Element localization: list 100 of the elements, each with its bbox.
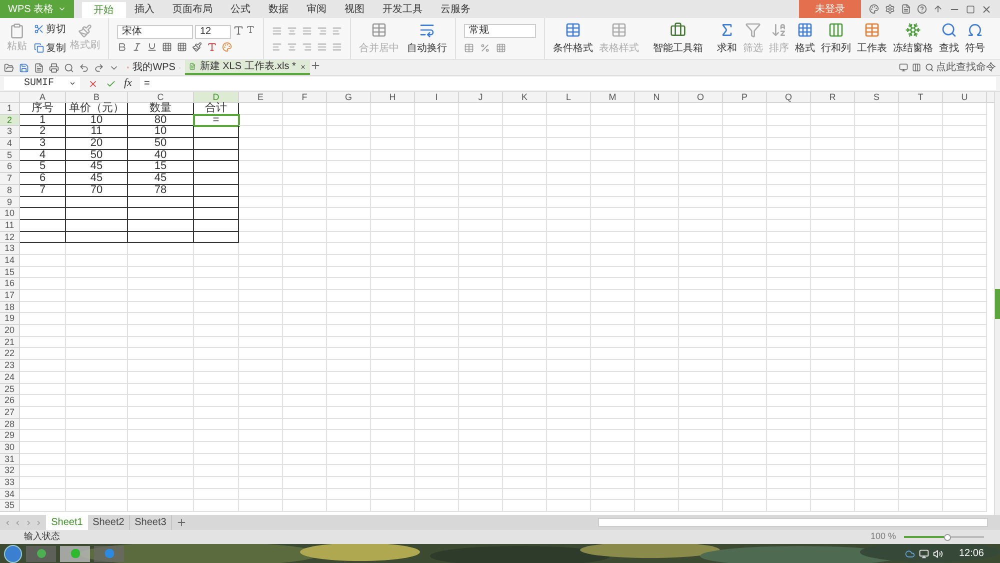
- row-header[interactable]: 20: [0, 325, 20, 337]
- row-header[interactable]: 7: [0, 173, 20, 185]
- row-header[interactable]: 35: [0, 500, 20, 512]
- cancel-icon[interactable]: [88, 78, 98, 88]
- row-header[interactable]: 4: [0, 138, 20, 150]
- document-tab[interactable]: 我的WPS: [123, 60, 185, 75]
- undo-icon[interactable]: [79, 62, 89, 72]
- font-family-field[interactable]: 宋体: [117, 25, 193, 39]
- name-box[interactable]: SUMIF: [4, 77, 80, 90]
- row-header[interactable]: 5: [0, 150, 20, 162]
- ribbon-button[interactable]: 智能工具箱: [653, 18, 703, 59]
- next-sheet-icon[interactable]: [24, 518, 32, 526]
- row-header[interactable]: 16: [0, 278, 20, 290]
- percent-icon[interactable]: [480, 43, 490, 53]
- justify-icon[interactable]: [317, 42, 327, 52]
- column-header[interactable]: Q: [767, 92, 811, 102]
- row-header[interactable]: 31: [0, 454, 20, 466]
- column-header[interactable]: M: [591, 92, 635, 102]
- row-header[interactable]: 15: [0, 266, 20, 278]
- skin-icon[interactable]: [869, 4, 879, 14]
- row-header[interactable]: 30: [0, 442, 20, 454]
- preview-icon[interactable]: [64, 62, 74, 72]
- document-tab[interactable]: 新建 XLS 工作表.xls *: [185, 60, 310, 75]
- row-header[interactable]: 10: [0, 208, 20, 220]
- row-header[interactable]: 24: [0, 372, 20, 384]
- row-header[interactable]: 19: [0, 313, 20, 326]
- redo-icon[interactable]: [94, 62, 104, 72]
- column-header[interactable]: H: [371, 92, 415, 102]
- column-header[interactable]: N: [635, 92, 679, 102]
- number-format-field[interactable]: 常规: [464, 24, 536, 38]
- column-header[interactable]: O: [679, 92, 723, 102]
- row-header[interactable]: 3: [0, 126, 20, 138]
- ribbon-button[interactable]: 符号: [965, 18, 985, 59]
- row-header[interactable]: 28: [0, 418, 20, 430]
- clear-icon[interactable]: [222, 42, 232, 52]
- save-icon[interactable]: [19, 62, 29, 72]
- ribbon-button[interactable]: 条件格式: [553, 18, 593, 59]
- enter-icon[interactable]: [106, 78, 116, 88]
- column-header[interactable]: J: [459, 92, 503, 102]
- column-header[interactable]: G: [327, 92, 371, 102]
- function-button[interactable]: fx: [124, 75, 132, 92]
- column-header[interactable]: U: [943, 92, 987, 102]
- column-header[interactable]: R: [811, 92, 855, 102]
- sheet-tab[interactable]: Sheet1: [46, 515, 88, 530]
- taskbar-app-icon[interactable]: [26, 546, 56, 562]
- underline-icon[interactable]: [147, 42, 157, 52]
- row-header[interactable]: 29: [0, 430, 20, 442]
- restore-icon[interactable]: [966, 4, 975, 14]
- grow-font-icon[interactable]: [233, 25, 244, 36]
- ribbon-button[interactable]: 求和: [717, 18, 737, 59]
- ribbon-button[interactable]: 冻结窗格: [893, 18, 933, 59]
- row-header[interactable]: 32: [0, 465, 20, 477]
- export-icon[interactable]: [34, 62, 44, 72]
- row-header[interactable]: 26: [0, 395, 20, 407]
- row-header[interactable]: 17: [0, 290, 20, 302]
- indent-icon[interactable]: [317, 26, 327, 36]
- menu-tab[interactable]: 页面布局: [164, 0, 222, 18]
- decimal-icon[interactable]: [496, 43, 506, 53]
- menu-tab[interactable]: 视图: [336, 0, 374, 18]
- column-header[interactable]: E: [239, 92, 283, 102]
- menu-tab[interactable]: 公式: [222, 0, 260, 18]
- column-header[interactable]: P: [723, 92, 767, 102]
- menu-tab[interactable]: 插入: [126, 0, 164, 18]
- currency-icon[interactable]: [464, 43, 474, 53]
- copy-button[interactable]: 复制: [34, 40, 66, 56]
- grid-icon[interactable]: [177, 42, 187, 52]
- new-tab-icon[interactable]: [310, 60, 321, 71]
- border-icon[interactable]: [162, 42, 172, 52]
- ribbon-button[interactable]: 查找: [939, 18, 959, 59]
- command-search-field[interactable]: 点此查找命令: [925, 60, 996, 75]
- layout-icon[interactable]: [912, 63, 921, 72]
- cut-button[interactable]: 剪切: [34, 22, 66, 36]
- wrap-text-button[interactable]: 自动换行: [407, 18, 447, 59]
- formula-input[interactable]: =: [140, 77, 996, 90]
- font-color-icon[interactable]: [207, 42, 217, 52]
- row-header[interactable]: 22: [0, 348, 20, 360]
- cloud-icon[interactable]: [904, 548, 915, 558]
- row-header[interactable]: 25: [0, 384, 20, 396]
- row-header[interactable]: 13: [0, 243, 20, 255]
- add-sheet-icon[interactable]: [176, 517, 187, 528]
- column-header[interactable]: T: [899, 92, 943, 102]
- row-header[interactable]: 34: [0, 488, 20, 500]
- volume-icon[interactable]: [932, 548, 943, 558]
- network-icon[interactable]: [918, 548, 929, 558]
- menu-tab[interactable]: 数据: [260, 0, 298, 18]
- bold-icon[interactable]: [117, 42, 127, 52]
- row-header[interactable]: 27: [0, 406, 20, 419]
- taskbar-app-icon[interactable]: [60, 546, 90, 562]
- italic-icon[interactable]: [132, 42, 142, 52]
- column-header[interactable]: L: [547, 92, 591, 102]
- horizontal-scrollbar[interactable]: [598, 518, 988, 527]
- row-header[interactable]: 9: [0, 196, 20, 208]
- menu-tab[interactable]: 云服务: [432, 0, 480, 18]
- row-header[interactable]: 14: [0, 254, 20, 267]
- font-size-field[interactable]: 12: [195, 25, 231, 39]
- align-right-icon[interactable]: [302, 42, 312, 52]
- column-header[interactable]: S: [855, 92, 899, 102]
- menu-tab[interactable]: 开发工具: [374, 0, 432, 18]
- row-header[interactable]: 33: [0, 477, 20, 489]
- row-header[interactable]: 11: [0, 220, 20, 232]
